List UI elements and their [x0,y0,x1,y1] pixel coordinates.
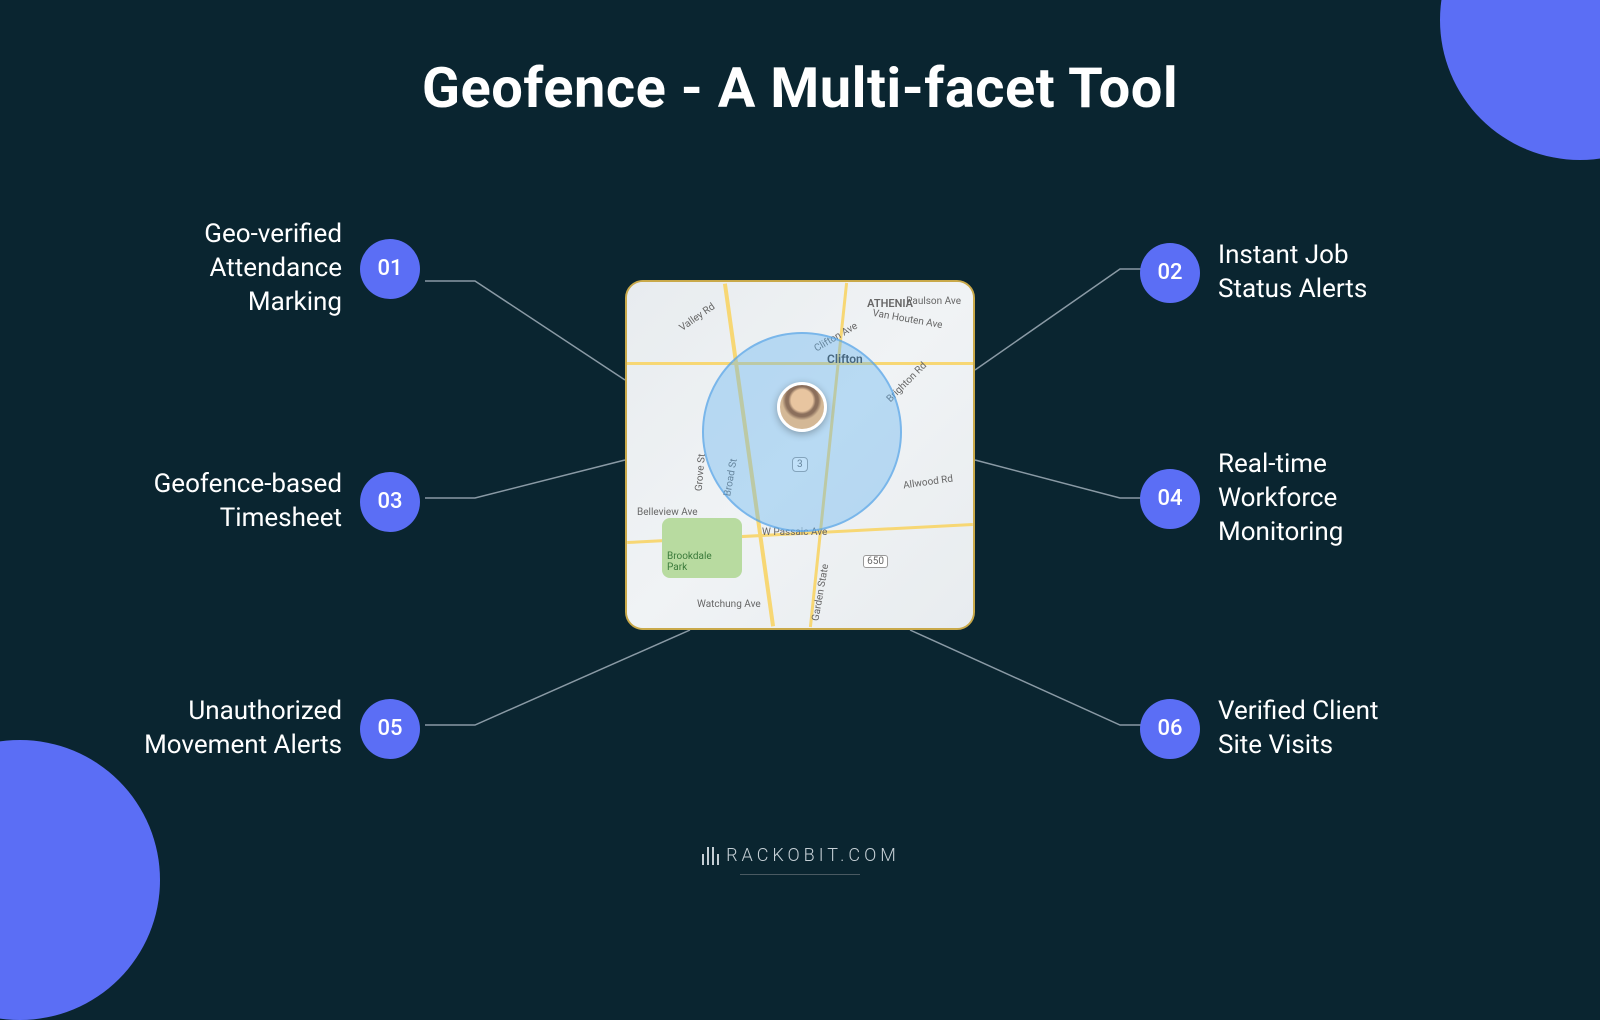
feature-label: Geo-verified Attendance Marking [204,218,342,319]
map-label-allwood: Allwood Rd [902,474,953,492]
user-avatar [777,382,827,432]
feature-badge-06: 06 [1140,699,1200,759]
map-label-paulson: Paulson Ave [906,296,961,307]
map-label-garden: Garden State [810,563,831,622]
map-label-brookdale: Brookdale Park [667,551,712,573]
feature-badge-04: 04 [1140,469,1200,529]
map-label-route650: 650 [863,555,888,568]
feature-label: Geofence-based Timesheet [154,468,342,536]
feature-label: Verified Client Site Visits [1218,695,1378,763]
brand-text: RACKOBIT.COM [726,845,900,866]
feature-item-realtime-monitoring: 04 Real-time Workforce Monitoring [1140,448,1343,549]
geofence-radius [702,332,902,532]
map-label-watchung: Watchung Ave [697,599,761,610]
feature-item-job-alerts: 02 Instant Job Status Alerts [1140,239,1367,307]
feature-label: Unauthorized Movement Alerts [144,695,342,763]
feature-label: Instant Job Status Alerts [1218,239,1367,307]
map-label-vanhouten: Van Houten Ave [872,308,944,331]
map-geofence: ATHENIA Clifton Brookdale Park W Passaic… [625,280,975,630]
feature-badge-05: 05 [360,699,420,759]
feature-badge-03: 03 [360,472,420,532]
map-label-belleview: Belleview Ave [637,507,698,518]
map-label-valley: Valley Rd [678,301,718,333]
feature-label: Real-time Workforce Monitoring [1218,448,1343,549]
feature-item-geo-attendance: 01 Geo-verified Attendance Marking [204,218,420,319]
feature-item-timesheet: 03 Geofence-based Timesheet [154,468,420,536]
footer-brand: RACKOBIT.COM [0,845,1600,875]
brand-underline [740,874,860,875]
feature-item-unauthorized-alerts: 05 Unauthorized Movement Alerts [144,695,420,763]
feature-item-client-visits: 06 Verified Client Site Visits [1140,695,1378,763]
brand-logo-icon [700,847,720,865]
feature-badge-02: 02 [1140,243,1200,303]
feature-badge-01: 01 [360,239,420,299]
